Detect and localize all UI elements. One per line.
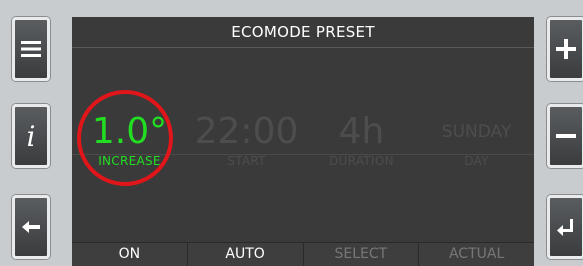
- softkey-actual[interactable]: ACTUAL: [419, 243, 534, 266]
- back-arrow-icon: [22, 221, 40, 233]
- highlight-circle: [77, 90, 173, 186]
- softkey-auto[interactable]: AUTO: [187, 243, 304, 266]
- field-duration[interactable]: 4h DURATION: [304, 111, 419, 169]
- field-start[interactable]: 22:00 START: [189, 111, 304, 169]
- minus-button[interactable]: [547, 104, 583, 168]
- start-value: 22:00: [194, 111, 299, 152]
- screen-title: ECOMODE PRESET: [72, 17, 534, 48]
- info-icon: i: [26, 119, 36, 153]
- info-button[interactable]: i: [12, 104, 50, 168]
- day-label: DAY: [464, 154, 489, 168]
- menu-button[interactable]: [12, 17, 50, 81]
- enter-icon: [557, 219, 573, 236]
- menu-icon: [21, 41, 41, 57]
- enter-button[interactable]: [547, 195, 583, 259]
- plus-icon: [556, 39, 576, 59]
- duration-value: 4h: [338, 111, 385, 152]
- softkey-bar: ON AUTO SELECT ACTUAL: [72, 242, 534, 266]
- softkey-on[interactable]: ON: [72, 243, 188, 266]
- softkey-select[interactable]: SELECT: [303, 243, 420, 266]
- day-value: SUNDAY: [441, 122, 512, 142]
- field-day[interactable]: SUNDAY DAY: [419, 112, 534, 168]
- start-label: START: [227, 154, 266, 168]
- back-button[interactable]: [12, 195, 50, 259]
- duration-label: DURATION: [329, 154, 394, 168]
- plus-button[interactable]: [547, 17, 583, 81]
- minus-icon: [556, 134, 576, 138]
